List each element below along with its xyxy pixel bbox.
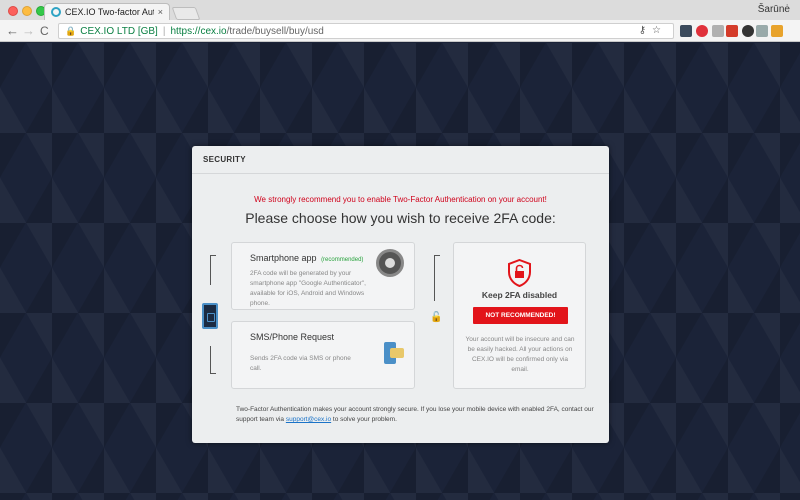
url-separator: |	[162, 25, 166, 37]
google-authenticator-icon	[376, 249, 404, 277]
omnibox-icons: ⚷☆	[639, 25, 667, 36]
profile-name[interactable]: Šarūnė	[758, 4, 790, 15]
forward-button[interactable]: →	[22, 23, 35, 39]
star-icon[interactable]: ☆	[652, 25, 667, 36]
minimize-window-button[interactable]	[22, 6, 32, 16]
sms-phone-option[interactable]: SMS/Phone Request Sends 2FA code via SMS…	[231, 321, 415, 389]
option-title: Smartphone app (recommended)	[250, 253, 363, 263]
opera-extension-icon[interactable]	[696, 25, 708, 37]
back-button[interactable]: ←	[6, 23, 19, 39]
lock-icon: 🔒	[65, 25, 77, 36]
security-modal: SECURITY We strongly recommend you to en…	[192, 146, 609, 443]
key-icon[interactable]: ⚷	[639, 25, 652, 36]
support-email-link[interactable]: support@cex.io	[286, 416, 331, 423]
sms-bubble-icon	[390, 348, 404, 358]
modal-heading: Please choose how you wish to receive 2F…	[245, 210, 556, 226]
browser-tab[interactable]: CEX.IO Two-factor Authenticatio ×	[44, 3, 170, 20]
keep-disabled-title: Keep 2FA disabled	[481, 290, 558, 300]
extension-icon[interactable]	[742, 25, 754, 37]
reload-button[interactable]: C	[40, 23, 49, 39]
address-bar[interactable]: 🔒 CEX.IO LTD [GB] | https://cex.io /trad…	[58, 23, 674, 39]
keep-2fa-disabled-option[interactable]: Keep 2FA disabled NOT RECOMMENDED! Your …	[453, 242, 586, 389]
locked-tablet-icon	[202, 303, 218, 329]
sms-phone-description: Sends 2FA code via SMS or phone call.	[250, 355, 351, 372]
modal-header: SECURITY	[192, 146, 609, 174]
url-host: https://cex.io	[170, 25, 227, 37]
site-identity: CEX.IO LTD [GB]	[80, 25, 158, 37]
new-tab-button[interactable]	[171, 7, 201, 20]
tab-title: CEX.IO Two-factor Authenticatio	[65, 7, 154, 17]
connector-line	[210, 346, 216, 374]
footer-text-end: to solve your problem.	[331, 416, 397, 423]
recommended-badge: (recommended)	[321, 257, 364, 263]
connector-line	[210, 255, 216, 285]
close-window-button[interactable]	[8, 6, 18, 16]
browser-tab-bar: CEX.IO Two-factor Authenticatio × Šarūnė	[0, 0, 800, 20]
warning-message: We strongly recommend you to enable Two-…	[254, 195, 547, 204]
smartphone-app-title: Smartphone app	[250, 253, 317, 263]
smartphone-app-option[interactable]: Smartphone app (recommended) 2FA code wi…	[231, 242, 415, 310]
connector-line	[434, 255, 440, 301]
broken-shield-icon	[508, 259, 531, 287]
footer-note: Two-Factor Authentication makes your acc…	[236, 405, 596, 425]
unlocked-padlock-icon: 🔓	[430, 312, 443, 323]
keep-disabled-description: Your account will be insecure and can be…	[465, 336, 575, 373]
cex-favicon-icon	[51, 7, 61, 17]
extension-icon[interactable]	[712, 25, 724, 37]
smartphone-app-description: 2FA code will be generated by your smart…	[250, 270, 366, 307]
extension-icon[interactable]	[680, 25, 692, 37]
new-badge-extension-icon[interactable]	[726, 25, 738, 37]
not-recommended-button[interactable]: NOT RECOMMENDED!	[473, 307, 568, 324]
sms-phone-title: SMS/Phone Request	[250, 332, 335, 342]
tab-close-icon[interactable]: ×	[158, 7, 163, 17]
extension-icon[interactable]	[771, 25, 783, 37]
extension-icon[interactable]	[756, 25, 768, 37]
url-path: /trade/buysell/buy/usd	[226, 25, 324, 37]
